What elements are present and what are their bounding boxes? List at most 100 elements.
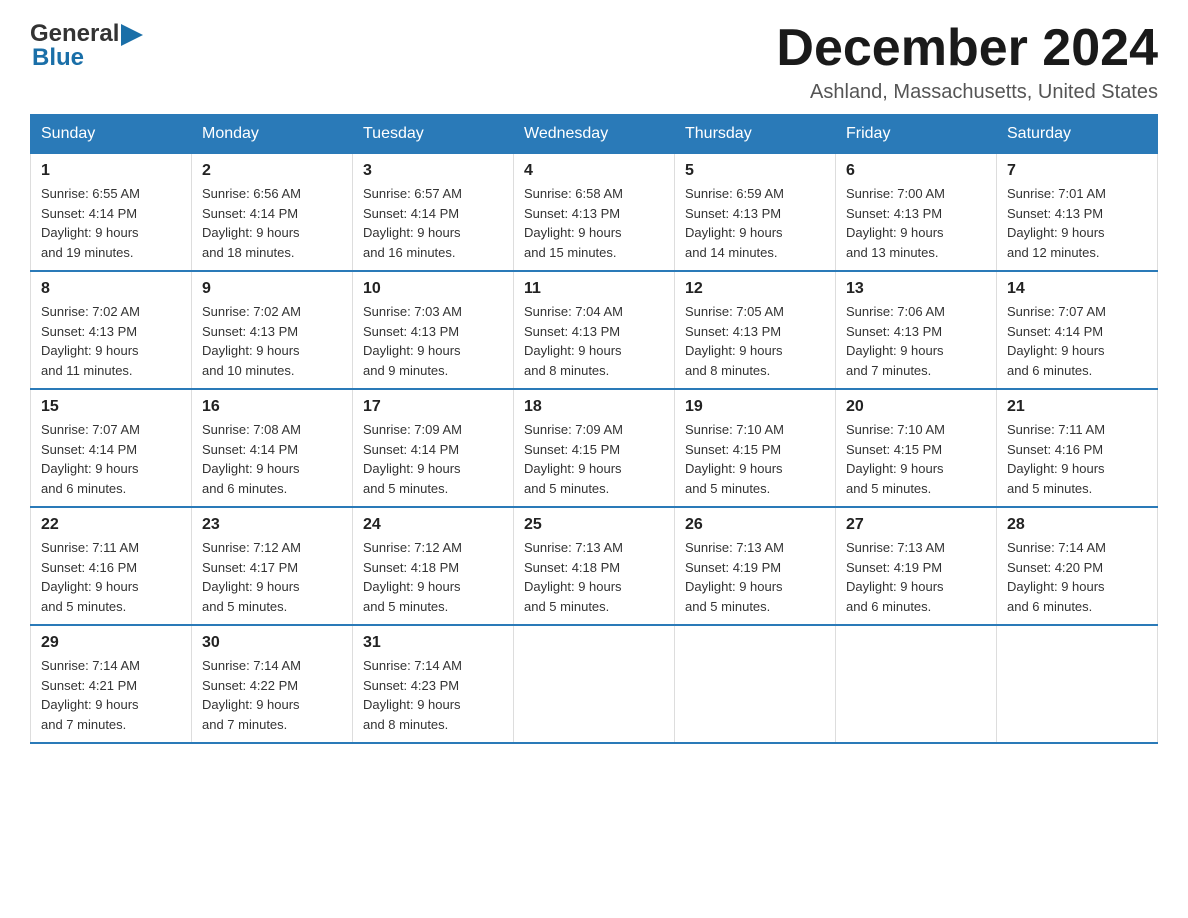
calendar-week-row: 15 Sunrise: 7:07 AMSunset: 4:14 PMDayligh… — [31, 389, 1158, 507]
day-of-week-header: Thursday — [675, 115, 836, 154]
calendar-day-cell: 29 Sunrise: 7:14 AMSunset: 4:21 PMDayligh… — [31, 625, 192, 743]
day-number: 16 — [202, 398, 342, 416]
day-info: Sunrise: 7:07 AMSunset: 4:14 PMDaylight:… — [41, 420, 181, 498]
calendar-week-row: 8 Sunrise: 7:02 AMSunset: 4:13 PMDaylight… — [31, 271, 1158, 389]
day-info: Sunrise: 7:01 AMSunset: 4:13 PMDaylight:… — [1007, 184, 1147, 262]
day-of-week-header: Friday — [836, 115, 997, 154]
day-info: Sunrise: 6:57 AMSunset: 4:14 PMDaylight:… — [363, 184, 503, 262]
day-number: 22 — [41, 516, 181, 534]
day-info: Sunrise: 6:56 AMSunset: 4:14 PMDaylight:… — [202, 184, 342, 262]
day-info: Sunrise: 7:14 AMSunset: 4:23 PMDaylight:… — [363, 656, 503, 734]
day-number: 10 — [363, 280, 503, 298]
day-info: Sunrise: 7:14 AMSunset: 4:20 PMDaylight:… — [1007, 538, 1147, 616]
day-number: 8 — [41, 280, 181, 298]
month-title: December 2024 — [776, 20, 1158, 77]
day-number: 2 — [202, 162, 342, 180]
day-of-week-header: Tuesday — [353, 115, 514, 154]
day-number: 30 — [202, 634, 342, 652]
day-of-week-header: Monday — [192, 115, 353, 154]
calendar-day-cell: 5 Sunrise: 6:59 AMSunset: 4:13 PMDaylight… — [675, 154, 836, 272]
calendar-day-cell: 2 Sunrise: 6:56 AMSunset: 4:14 PMDaylight… — [192, 154, 353, 272]
calendar-day-cell: 7 Sunrise: 7:01 AMSunset: 4:13 PMDaylight… — [997, 154, 1158, 272]
day-info: Sunrise: 7:13 AMSunset: 4:19 PMDaylight:… — [685, 538, 825, 616]
calendar-day-cell: 23 Sunrise: 7:12 AMSunset: 4:17 PMDayligh… — [192, 507, 353, 625]
calendar-table: SundayMondayTuesdayWednesdayThursdayFrid… — [30, 114, 1158, 744]
day-info: Sunrise: 6:58 AMSunset: 4:13 PMDaylight:… — [524, 184, 664, 262]
calendar-day-cell: 21 Sunrise: 7:11 AMSunset: 4:16 PMDayligh… — [997, 389, 1158, 507]
day-info: Sunrise: 7:10 AMSunset: 4:15 PMDaylight:… — [846, 420, 986, 498]
day-info: Sunrise: 7:02 AMSunset: 4:13 PMDaylight:… — [202, 302, 342, 380]
page-header: General Blue December 2024 Ashland, Mass… — [30, 20, 1158, 104]
calendar-day-cell — [675, 625, 836, 743]
calendar-day-cell — [514, 625, 675, 743]
day-number: 21 — [1007, 398, 1147, 416]
day-info: Sunrise: 7:00 AMSunset: 4:13 PMDaylight:… — [846, 184, 986, 262]
calendar-day-cell: 9Sunrise: 7:02 AMSunset: 4:13 PMDaylight… — [192, 271, 353, 389]
calendar-day-cell: 24 Sunrise: 7:12 AMSunset: 4:18 PMDayligh… — [353, 507, 514, 625]
day-number: 13 — [846, 280, 986, 298]
calendar-day-cell: 28 Sunrise: 7:14 AMSunset: 4:20 PMDayligh… — [997, 507, 1158, 625]
day-number: 4 — [524, 162, 664, 180]
day-info: Sunrise: 7:02 AMSunset: 4:13 PMDaylight:… — [41, 302, 181, 380]
day-number: 28 — [1007, 516, 1147, 534]
day-info: Sunrise: 7:12 AMSunset: 4:17 PMDaylight:… — [202, 538, 342, 616]
day-info: Sunrise: 7:12 AMSunset: 4:18 PMDaylight:… — [363, 538, 503, 616]
day-info: Sunrise: 6:59 AMSunset: 4:13 PMDaylight:… — [685, 184, 825, 262]
title-section: December 2024 Ashland, Massachusetts, Un… — [776, 20, 1158, 104]
calendar-week-row: 29 Sunrise: 7:14 AMSunset: 4:21 PMDayligh… — [31, 625, 1158, 743]
day-info: Sunrise: 6:55 AMSunset: 4:14 PMDaylight:… — [41, 184, 181, 262]
calendar-day-cell: 26Sunrise: 7:13 AMSunset: 4:19 PMDayligh… — [675, 507, 836, 625]
day-number: 25 — [524, 516, 664, 534]
calendar-day-cell: 12 Sunrise: 7:05 AMSunset: 4:13 PMDayligh… — [675, 271, 836, 389]
calendar-day-cell: 6Sunrise: 7:00 AMSunset: 4:13 PMDaylight… — [836, 154, 997, 272]
day-number: 14 — [1007, 280, 1147, 298]
calendar-day-cell: 27Sunrise: 7:13 AMSunset: 4:19 PMDayligh… — [836, 507, 997, 625]
day-info: Sunrise: 7:06 AMSunset: 4:13 PMDaylight:… — [846, 302, 986, 380]
calendar-week-row: 1 Sunrise: 6:55 AMSunset: 4:14 PMDaylight… — [31, 154, 1158, 272]
day-info: Sunrise: 7:05 AMSunset: 4:13 PMDaylight:… — [685, 302, 825, 380]
day-info: Sunrise: 7:10 AMSunset: 4:15 PMDaylight:… — [685, 420, 825, 498]
day-info: Sunrise: 7:07 AMSunset: 4:14 PMDaylight:… — [1007, 302, 1147, 380]
day-number: 3 — [363, 162, 503, 180]
day-number: 1 — [41, 162, 181, 180]
day-number: 7 — [1007, 162, 1147, 180]
calendar-day-cell: 15 Sunrise: 7:07 AMSunset: 4:14 PMDayligh… — [31, 389, 192, 507]
logo-blue-text: Blue — [32, 44, 143, 72]
day-number: 15 — [41, 398, 181, 416]
logo-arrow-icon — [121, 24, 143, 46]
calendar-week-row: 22 Sunrise: 7:11 AMSunset: 4:16 PMDayligh… — [31, 507, 1158, 625]
calendar-day-cell: 17Sunrise: 7:09 AMSunset: 4:14 PMDayligh… — [353, 389, 514, 507]
day-number: 17 — [363, 398, 503, 416]
day-info: Sunrise: 7:08 AMSunset: 4:14 PMDaylight:… — [202, 420, 342, 498]
calendar-day-cell: 4 Sunrise: 6:58 AMSunset: 4:13 PMDaylight… — [514, 154, 675, 272]
calendar-header-row: SundayMondayTuesdayWednesdayThursdayFrid… — [31, 115, 1158, 154]
calendar-day-cell: 3 Sunrise: 6:57 AMSunset: 4:14 PMDaylight… — [353, 154, 514, 272]
day-of-week-header: Saturday — [997, 115, 1158, 154]
calendar-day-cell: 25Sunrise: 7:13 AMSunset: 4:18 PMDayligh… — [514, 507, 675, 625]
day-number: 12 — [685, 280, 825, 298]
calendar-day-cell: 22 Sunrise: 7:11 AMSunset: 4:16 PMDayligh… — [31, 507, 192, 625]
calendar-day-cell: 20 Sunrise: 7:10 AMSunset: 4:15 PMDayligh… — [836, 389, 997, 507]
day-number: 31 — [363, 634, 503, 652]
day-of-week-header: Sunday — [31, 115, 192, 154]
calendar-day-cell — [836, 625, 997, 743]
day-info: Sunrise: 7:11 AMSunset: 4:16 PMDaylight:… — [41, 538, 181, 616]
day-info: Sunrise: 7:13 AMSunset: 4:19 PMDaylight:… — [846, 538, 986, 616]
logo: General Blue — [30, 20, 143, 72]
day-number: 20 — [846, 398, 986, 416]
calendar-day-cell: 8 Sunrise: 7:02 AMSunset: 4:13 PMDaylight… — [31, 271, 192, 389]
day-info: Sunrise: 7:14 AMSunset: 4:21 PMDaylight:… — [41, 656, 181, 734]
calendar-day-cell: 11Sunrise: 7:04 AMSunset: 4:13 PMDayligh… — [514, 271, 675, 389]
day-info: Sunrise: 7:14 AMSunset: 4:22 PMDaylight:… — [202, 656, 342, 734]
day-number: 29 — [41, 634, 181, 652]
calendar-day-cell: 18Sunrise: 7:09 AMSunset: 4:15 PMDayligh… — [514, 389, 675, 507]
calendar-day-cell: 31 Sunrise: 7:14 AMSunset: 4:23 PMDayligh… — [353, 625, 514, 743]
day-of-week-header: Wednesday — [514, 115, 675, 154]
day-info: Sunrise: 7:11 AMSunset: 4:16 PMDaylight:… — [1007, 420, 1147, 498]
day-number: 5 — [685, 162, 825, 180]
location-subtitle: Ashland, Massachusetts, United States — [776, 81, 1158, 104]
day-number: 23 — [202, 516, 342, 534]
calendar-day-cell: 16 Sunrise: 7:08 AMSunset: 4:14 PMDayligh… — [192, 389, 353, 507]
day-number: 24 — [363, 516, 503, 534]
calendar-day-cell: 30 Sunrise: 7:14 AMSunset: 4:22 PMDayligh… — [192, 625, 353, 743]
